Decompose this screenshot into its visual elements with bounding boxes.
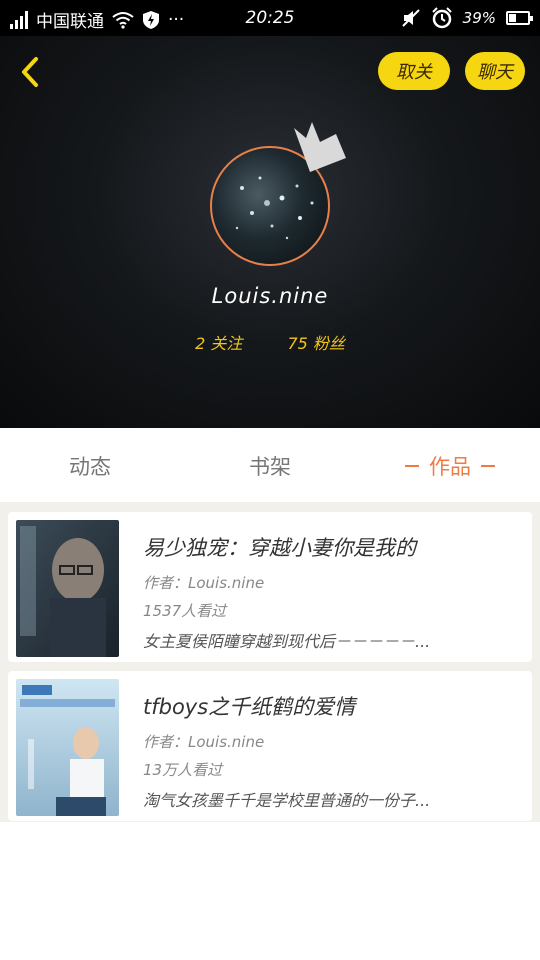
tab-bookshelf-label: 书架 — [249, 455, 291, 479]
profile-header: 取关 聊天 Louis.nine 2 关注 75 粉丝 — [0, 36, 540, 428]
book-cover — [16, 679, 119, 816]
mute-icon — [401, 9, 420, 27]
unfollow-button[interactable]: 取关 — [378, 52, 450, 90]
crown-icon — [294, 122, 346, 172]
username: Louis.nine — [211, 284, 329, 308]
fans-count[interactable]: 75 粉丝 — [287, 334, 344, 353]
list-item[interactable]: tfboys之千纸鹤的爱情 作者：Louis.nine 13万人看过 淘气女孩墨… — [8, 671, 532, 821]
alarm-icon — [431, 7, 452, 29]
battery-fill — [509, 14, 516, 22]
tab-indicator-right — [481, 465, 495, 467]
battery-percent: 39% — [462, 9, 496, 27]
work-author: 作者：Louis.nine — [143, 733, 265, 751]
tab-works[interactable]: 作品 — [360, 428, 540, 504]
works-list: 易少独宠：穿越小妻你是我的 作者：Louis.nine 1537人看过 女主夏侯… — [0, 502, 540, 822]
chat-button[interactable]: 聊天 — [465, 52, 525, 90]
work-description: 女主夏侯陌瞳穿越到现代后－－－－－... — [143, 632, 431, 651]
back-icon[interactable] — [14, 54, 50, 90]
book-cover — [16, 520, 119, 657]
work-author: 作者：Louis.nine — [143, 574, 265, 592]
work-title: 易少独宠：穿越小妻你是我的 — [143, 536, 416, 560]
tab-works-label: 作品 — [429, 455, 471, 479]
work-readers: 1537人看过 — [143, 602, 227, 620]
tab-indicator-left — [405, 465, 419, 467]
tab-bar: 动态 书架 作品 — [0, 428, 540, 504]
tab-bookshelf[interactable]: 书架 — [180, 428, 360, 504]
work-readers: 13万人看过 — [143, 761, 223, 779]
following-count[interactable]: 2 关注 — [195, 334, 242, 353]
status-bar: 中国联通 ··· 20:25 39% — [0, 0, 540, 36]
tab-activity-label: 动态 — [69, 455, 111, 479]
list-item[interactable]: 易少独宠：穿越小妻你是我的 作者：Louis.nine 1537人看过 女主夏侯… — [8, 512, 532, 662]
battery-icon — [506, 11, 533, 25]
work-description: 淘气女孩墨千千是学校里普通的一份子... — [143, 791, 431, 810]
work-title: tfboys之千纸鹤的爱情 — [143, 695, 356, 719]
tab-activity[interactable]: 动态 — [0, 428, 180, 504]
profile-stats: 2 关注 75 粉丝 — [0, 330, 540, 354]
